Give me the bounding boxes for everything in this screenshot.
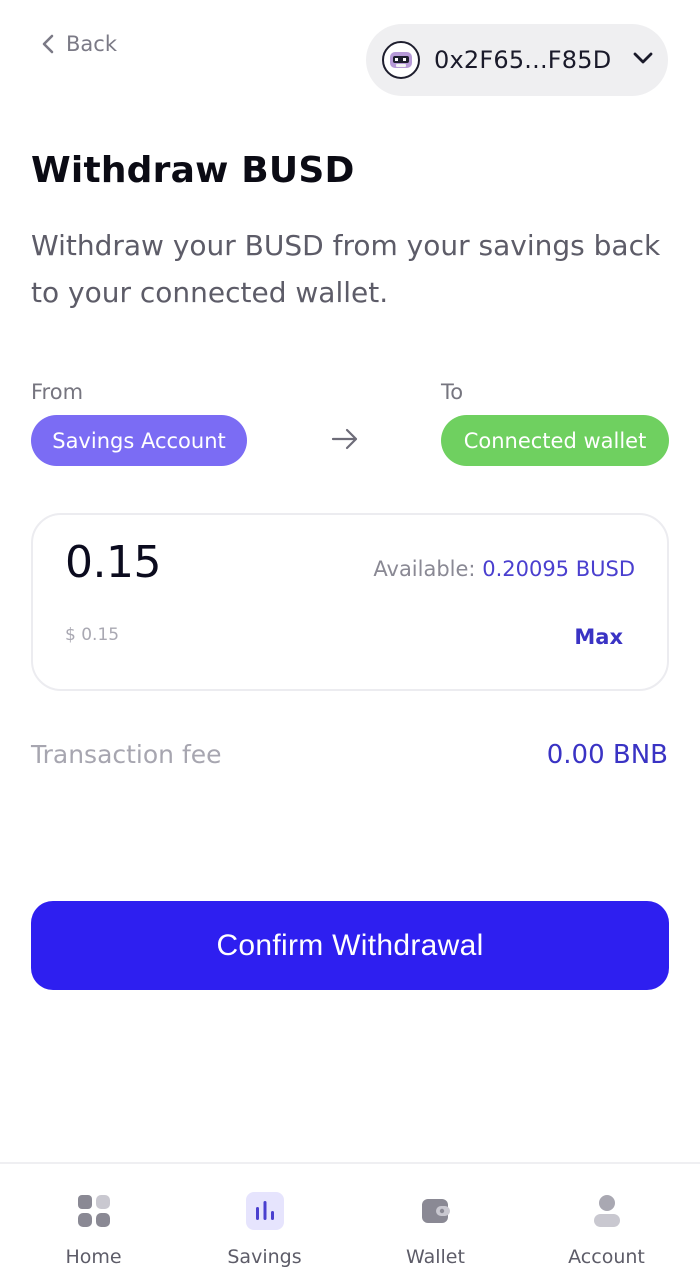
available-label: Available: [373,557,476,581]
home-grid-icon [75,1192,113,1230]
arrow-right-icon [330,426,360,456]
nav-item-wallet[interactable]: Wallet [350,1164,521,1280]
back-button[interactable]: Back [40,32,117,56]
confirm-withdrawal-button[interactable]: Confirm Withdrawal [31,901,669,990]
usd-value: $ 0.15 [65,625,120,645]
nav-label-home: Home [65,1246,122,1268]
page-title: Withdraw BUSD [31,150,355,191]
nav-label-wallet: Wallet [406,1246,465,1268]
back-label: Back [66,32,117,56]
nav-item-savings[interactable]: Savings [179,1164,350,1280]
nav-label-account: Account [568,1246,645,1268]
available-balance: Available: 0.20095 BUSD [373,557,635,581]
wallet-icon [417,1192,455,1230]
wallet-selector[interactable]: 0x2F65...F85D [366,24,668,96]
nav-label-savings: Savings [227,1246,302,1268]
savings-chart-icon [245,1192,284,1230]
amount-card: 0.15 Available: 0.20095 BUSD $ 0.15 Max [31,513,669,691]
chevron-left-icon [40,33,56,55]
available-value: 0.20095 BUSD [482,557,635,581]
account-user-icon [588,1192,626,1230]
to-label: To [441,380,464,404]
amount-input[interactable]: 0.15 [65,537,161,588]
transaction-fee-label: Transaction fee [31,740,222,769]
nav-item-home[interactable]: Home [8,1164,179,1280]
max-button[interactable]: Max [574,625,623,649]
wallet-address: 0x2F65...F85D [434,46,612,74]
from-account-chip[interactable]: Savings Account [31,415,247,466]
wallet-avatar [382,41,420,79]
from-label: From [31,380,84,404]
to-account-chip[interactable]: Connected wallet [441,415,669,466]
nav-item-account[interactable]: Account [521,1164,692,1280]
bottom-nav: Home Savings Wallet Account [0,1162,700,1280]
page-subtitle: Withdraw your BUSD from your savings bac… [31,229,661,309]
chevron-down-icon [632,50,654,70]
transaction-fee-value: 0.00 BNB [546,740,668,770]
